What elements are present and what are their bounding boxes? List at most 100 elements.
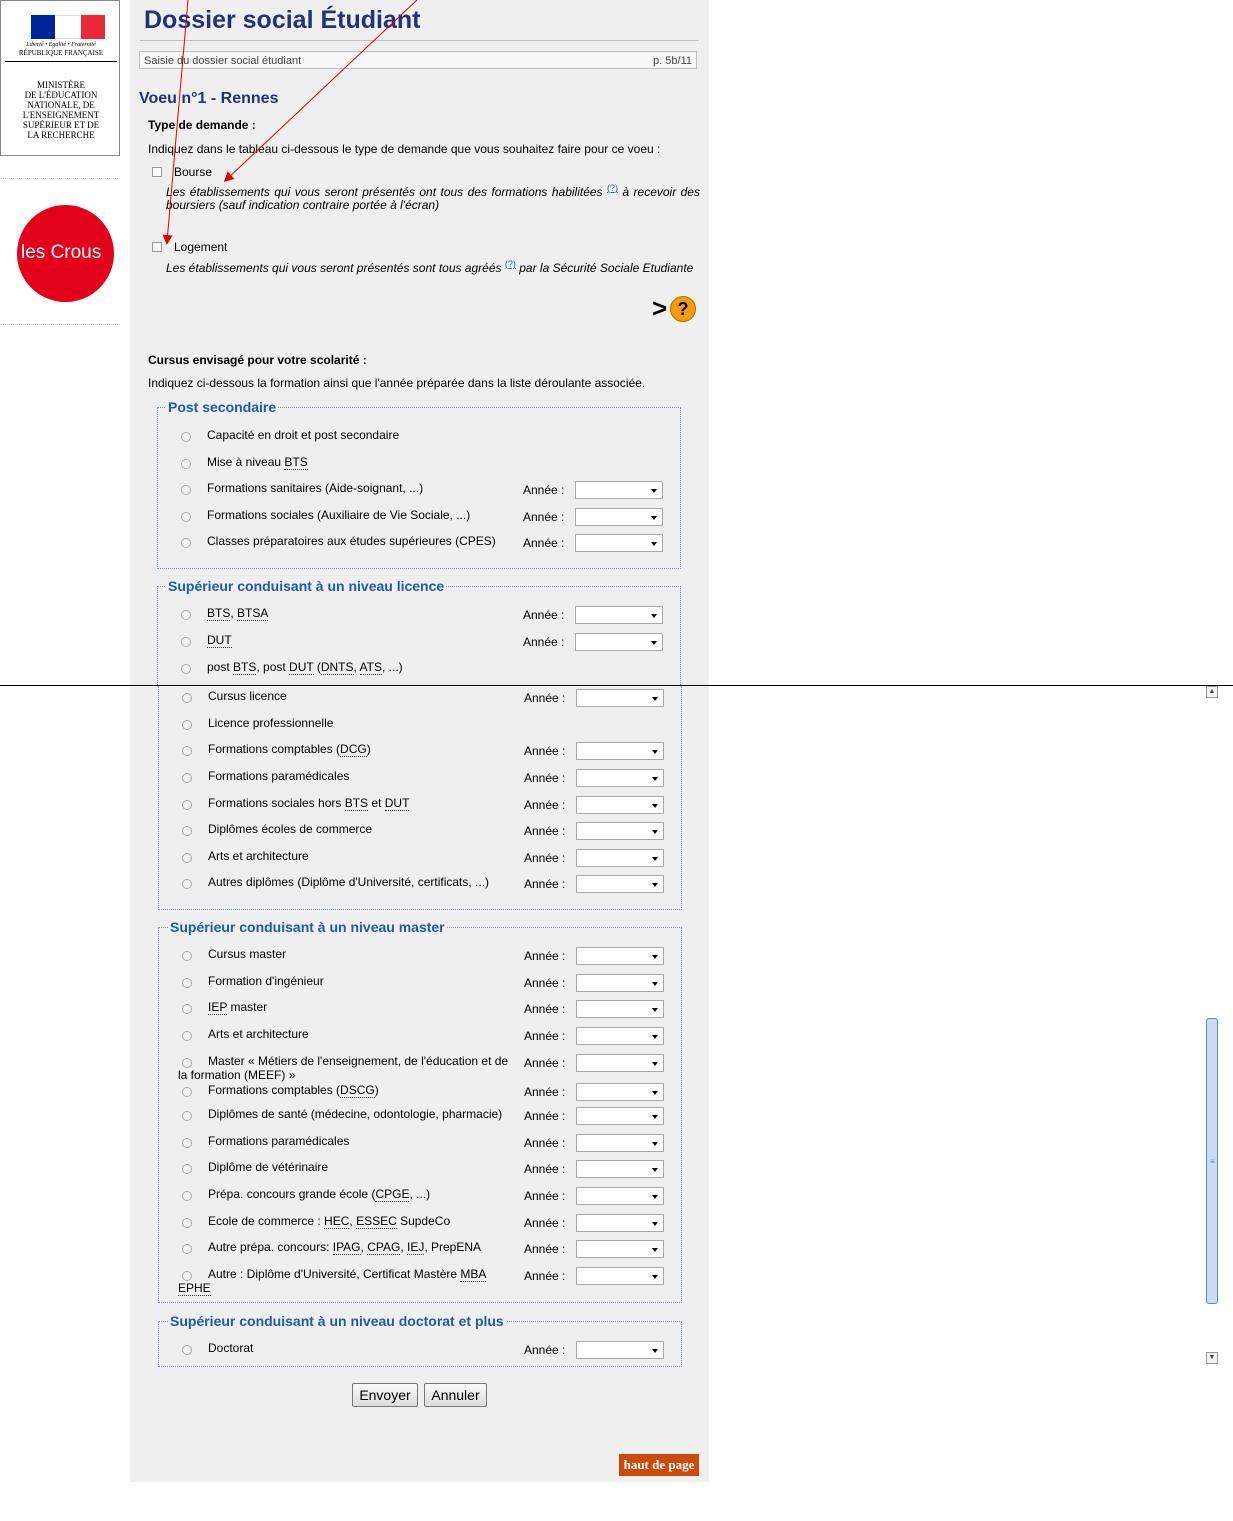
annee-select[interactable] xyxy=(576,1240,664,1258)
formation-label: Ecole de commerce : HEC, ESSEC SupdeCo xyxy=(208,1214,451,1229)
vertical-scrollbar[interactable]: ▲ ≡ ▼ xyxy=(1206,686,1218,1366)
formation-label: Cursus master xyxy=(208,947,287,961)
formation-radio[interactable] xyxy=(182,1138,192,1148)
formation-radio[interactable] xyxy=(181,432,191,442)
formation-radio[interactable] xyxy=(182,879,192,889)
envoyer-button[interactable]: Envoyer xyxy=(352,1383,418,1407)
formation-radio[interactable] xyxy=(182,1271,192,1281)
annee-label: Année : xyxy=(524,1343,566,1357)
formation-label: Formations comptables (DSCG) xyxy=(208,1083,379,1098)
scroll-down-arrow-icon[interactable]: ▼ xyxy=(1206,1352,1218,1364)
annee-select[interactable] xyxy=(576,769,664,787)
annee-select[interactable] xyxy=(576,875,664,893)
annee-select[interactable] xyxy=(576,1134,664,1152)
type-demande-heading: Type de demande : xyxy=(148,118,256,132)
formation-label: Autre prépa. concours: IPAG, CPAG, IEJ, … xyxy=(208,1240,482,1255)
annee-label: Année : xyxy=(524,798,566,812)
legend-master: Supérieur conduisant à un niveau master xyxy=(168,919,447,935)
annee-label: Année : xyxy=(523,635,565,649)
formation-radio[interactable] xyxy=(181,512,191,522)
haut-de-page-link[interactable]: haut de page xyxy=(619,1454,699,1476)
annee-select[interactable] xyxy=(576,1160,664,1178)
annee-select[interactable] xyxy=(575,606,663,624)
formation-radio[interactable] xyxy=(182,1058,192,1068)
annee-label: Année : xyxy=(523,483,565,497)
annee-label: Année : xyxy=(524,1085,566,1099)
formation-radio[interactable] xyxy=(182,693,192,703)
formation-radio[interactable] xyxy=(182,720,192,730)
annee-select[interactable] xyxy=(576,1214,664,1232)
formation-radio[interactable] xyxy=(182,1164,192,1174)
formation-radio[interactable] xyxy=(181,637,191,647)
formation-radio[interactable] xyxy=(182,1191,192,1201)
formation-label: Diplômes de santé (médecine, odontologie… xyxy=(208,1107,503,1121)
annee-select[interactable] xyxy=(575,508,663,526)
help-button[interactable]: > ? xyxy=(652,293,698,323)
annee-select[interactable] xyxy=(576,742,664,760)
formation-radio[interactable] xyxy=(182,1004,192,1014)
info-link[interactable]: (?) xyxy=(505,259,516,269)
formation-radio[interactable] xyxy=(182,1111,192,1121)
formation-radio[interactable] xyxy=(181,459,191,469)
legend-doctorat: Supérieur conduisant à un niveau doctora… xyxy=(168,1313,506,1329)
formation-radio[interactable] xyxy=(181,538,191,548)
formation-label: Formations sanitaires (Aide-soignant, ..… xyxy=(207,481,424,495)
annee-select[interactable] xyxy=(575,633,663,651)
page-title: Dossier social Étudiant xyxy=(144,6,421,34)
annee-select[interactable] xyxy=(576,796,664,814)
formation-radio[interactable] xyxy=(181,664,191,674)
formation-radio[interactable] xyxy=(182,1244,192,1254)
scroll-up-arrow-icon[interactable]: ▲ xyxy=(1206,686,1218,698)
info-link[interactable]: (?) xyxy=(607,183,618,193)
formation-label: Mise à niveau BTS xyxy=(207,455,308,470)
annee-select[interactable] xyxy=(576,1267,664,1285)
formation-label: Doctorat xyxy=(208,1341,254,1355)
annee-select[interactable] xyxy=(576,1083,664,1101)
bourse-checkbox[interactable] xyxy=(152,167,162,177)
annuler-button[interactable]: Annuler xyxy=(424,1383,487,1407)
republique-text: RÉPUBLIQUE FRANÇAISE xyxy=(5,49,117,62)
annee-select[interactable] xyxy=(576,974,664,992)
formation-label: Formations sociales hors BTS et DUT xyxy=(208,796,410,811)
crous-logo-text: les Crous xyxy=(21,242,102,263)
formation-radio[interactable] xyxy=(181,485,191,495)
formation-radio[interactable] xyxy=(181,610,191,620)
formation-radio[interactable] xyxy=(182,773,192,783)
annee-select[interactable] xyxy=(576,1027,664,1045)
formation-label: Capacité en droit et post secondaire xyxy=(207,428,400,442)
annee-select[interactable] xyxy=(576,689,664,707)
annee-select[interactable] xyxy=(576,1054,664,1072)
scroll-thumb[interactable]: ≡ xyxy=(1206,1018,1218,1304)
annee-select[interactable] xyxy=(575,534,663,552)
formation-radio[interactable] xyxy=(182,1087,192,1097)
formation-radio[interactable] xyxy=(182,800,192,810)
formation-radio[interactable] xyxy=(182,1031,192,1041)
annee-label: Année : xyxy=(524,691,566,705)
formation-radio[interactable] xyxy=(182,1345,192,1355)
annee-select[interactable] xyxy=(576,1000,664,1018)
formation-label: Diplôme de vétérinaire xyxy=(208,1160,329,1174)
annee-select[interactable] xyxy=(576,849,664,867)
annee-select[interactable] xyxy=(576,822,664,840)
cursus-instruction: Indiquez ci-dessous la formation ainsi q… xyxy=(148,376,646,390)
annee-select[interactable] xyxy=(575,481,663,499)
annee-select[interactable] xyxy=(576,947,664,965)
divider xyxy=(0,324,120,325)
formation-radio[interactable] xyxy=(182,951,192,961)
bourse-note-text-1: Les établissements qui vous seront prése… xyxy=(166,185,603,199)
formation-radio[interactable] xyxy=(182,746,192,756)
formation-radio[interactable] xyxy=(182,978,192,988)
annee-select[interactable] xyxy=(576,1187,664,1205)
annee-label: Année : xyxy=(524,1002,566,1016)
main-content: Dossier social Étudiant Saisie du dossie… xyxy=(130,0,709,1482)
formation-radio[interactable] xyxy=(182,826,192,836)
annee-select[interactable] xyxy=(576,1341,664,1359)
formation-label: Autre : Diplôme d'Université, Certificat… xyxy=(208,1267,487,1282)
formation-radio[interactable] xyxy=(182,1218,192,1228)
logement-label: Logement xyxy=(174,240,228,254)
logement-checkbox[interactable] xyxy=(152,242,162,252)
formation-radio[interactable] xyxy=(182,853,192,863)
question-icon: ? xyxy=(670,296,696,322)
annee-select[interactable] xyxy=(576,1107,664,1125)
bourse-note: Les établissements qui vous seront prése… xyxy=(166,182,700,212)
